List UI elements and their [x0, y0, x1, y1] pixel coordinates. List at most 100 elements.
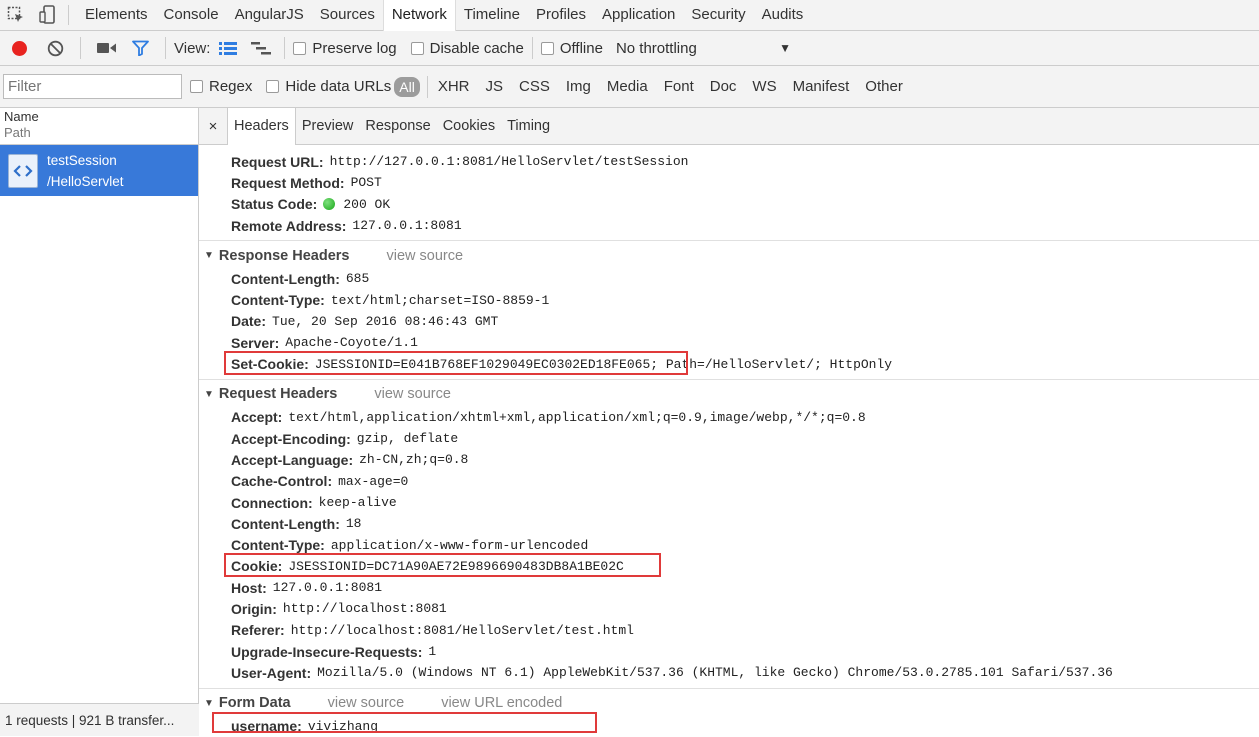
- response-headers-section: ▼ Response Headers view source Content-L…: [199, 241, 1259, 380]
- type-manifest[interactable]: Manifest: [785, 78, 858, 95]
- tab-application[interactable]: Application: [594, 0, 683, 31]
- header-value: POST: [350, 175, 382, 191]
- header-value: JSESSIONID=E041B768EF1029049EC0302ED18FE…: [314, 356, 893, 372]
- header-value: JSESSIONID=DC71A90AE72E9896690483DB8A1BE…: [288, 558, 624, 574]
- form-data-section: ▼ Form Data view source view URL encoded…: [199, 689, 1259, 737]
- devtools-tabbar: Elements Console AngularJS Sources Netwo…: [0, 0, 1259, 31]
- header-key: Content-Length:: [231, 270, 340, 287]
- hide-data-urls-checkbox[interactable]: [266, 80, 280, 93]
- tab-sources[interactable]: Sources: [312, 0, 383, 31]
- request-path: /HelloServlet: [47, 173, 124, 189]
- record-icon[interactable]: [0, 31, 38, 66]
- tab-profiles[interactable]: Profiles: [528, 0, 594, 31]
- header-value: 18: [345, 516, 362, 532]
- overview-icon[interactable]: [246, 31, 276, 66]
- type-other[interactable]: Other: [857, 78, 911, 95]
- request-row[interactable]: testSession /HelloServlet: [0, 145, 198, 196]
- section-title: Response Headers: [218, 247, 350, 264]
- tab-response[interactable]: Response: [359, 108, 436, 145]
- divider: [68, 5, 69, 25]
- header-key: Status Code:: [231, 196, 318, 213]
- detail-tabs: × Headers Preview Response Cookies Timin…: [199, 107, 1259, 145]
- hide-data-urls-label: Hide data URLs: [285, 78, 392, 95]
- filter-input[interactable]: [3, 74, 182, 99]
- divider: [284, 37, 286, 59]
- tab-angularjs[interactable]: AngularJS: [227, 0, 312, 31]
- header-row: Upgrade-Insecure-Requests: 1: [199, 641, 1259, 662]
- regex-checkbox[interactable]: [190, 80, 203, 93]
- tab-cookies[interactable]: Cookies: [437, 108, 501, 145]
- request-headers-toggle[interactable]: ▼ Request Headers view source: [199, 382, 1259, 407]
- checkbox-icon: [293, 41, 307, 55]
- header-value: keep-alive: [318, 495, 397, 510]
- header-value: text/html;charset=ISO-8859-1: [330, 292, 550, 308]
- header-value: zh-CN,zh;q=0.8: [359, 452, 469, 468]
- status-ok-icon: [323, 198, 336, 211]
- header-value: application/x-www-form-urlencoded: [330, 537, 589, 553]
- view-url-encoded-link[interactable]: view URL encoded: [441, 695, 562, 711]
- offline-label: Offline: [559, 39, 603, 57]
- tab-elements[interactable]: Elements: [77, 0, 156, 31]
- header-value: Apache-Coyote/1.1: [285, 335, 418, 351]
- filter-bar: Regex Hide data URLs All XHR JS CSS Img …: [0, 66, 1259, 108]
- type-media[interactable]: Media: [599, 78, 656, 95]
- tab-console[interactable]: Console: [156, 0, 227, 31]
- filter-icon[interactable]: [123, 31, 157, 66]
- response-headers-toggle[interactable]: ▼ Response Headers view source: [199, 243, 1259, 268]
- type-doc[interactable]: Doc: [702, 78, 745, 95]
- header-key: Connection:: [231, 494, 313, 511]
- view-source-link[interactable]: view source: [328, 695, 405, 711]
- triangle-down-icon: ▼: [204, 388, 214, 400]
- throttling-select[interactable]: No throttling ▼: [616, 31, 791, 66]
- type-font[interactable]: Font: [656, 78, 702, 95]
- tab-audits[interactable]: Audits: [754, 0, 812, 31]
- type-img[interactable]: Img: [558, 78, 599, 95]
- throttling-value: No throttling: [615, 39, 697, 57]
- clear-icon[interactable]: [38, 31, 72, 66]
- regex-label: Regex: [209, 78, 253, 95]
- header-row: User-Agent: Mozilla/5.0 (Windows NT 6.1) …: [199, 662, 1259, 683]
- device-mode-icon[interactable]: [32, 0, 64, 31]
- offline-checkbox[interactable]: Offline: [540, 31, 603, 66]
- close-icon[interactable]: ×: [199, 118, 227, 135]
- name-column-header[interactable]: Name Path: [0, 108, 198, 145]
- header-key: Remote Address:: [231, 217, 347, 234]
- view-source-link[interactable]: view source: [374, 386, 451, 402]
- name-header-label: Name: [4, 109, 39, 124]
- header-key: Server:: [231, 334, 280, 351]
- header-value: max-age=0: [338, 473, 409, 489]
- header-key: Host:: [231, 579, 267, 596]
- type-xhr[interactable]: XHR: [430, 78, 478, 95]
- type-js[interactable]: JS: [477, 78, 511, 95]
- header-key: Content-Type:: [231, 292, 325, 309]
- disable-cache-label: Disable cache: [429, 39, 524, 57]
- header-value: http://127.0.0.1:8081/HelloServlet/testS…: [329, 154, 689, 170]
- form-data-toggle[interactable]: ▼ Form Data view source view URL encoded: [199, 691, 1259, 716]
- tab-security[interactable]: Security: [683, 0, 753, 31]
- tab-timing[interactable]: Timing: [501, 108, 556, 145]
- tab-network[interactable]: Network: [382, 0, 456, 31]
- type-ws[interactable]: WS: [744, 78, 784, 95]
- summary-text: 1 requests | 921 B transfer...: [5, 712, 175, 728]
- header-value: 127.0.0.1:8081: [272, 580, 382, 596]
- tab-timeline[interactable]: Timeline: [456, 0, 528, 31]
- tab-preview[interactable]: Preview: [296, 108, 360, 145]
- tab-headers[interactable]: Headers: [227, 107, 296, 145]
- camera-icon[interactable]: [89, 31, 123, 66]
- inspect-element-icon[interactable]: [0, 0, 32, 31]
- large-rows-icon[interactable]: [210, 31, 246, 66]
- summary-status: 1 requests | 921 B transfer...: [0, 703, 199, 736]
- general-section: Request URL: http://127.0.0.1:8081/HelloS…: [199, 145, 1259, 242]
- preserve-log-label: Preserve log: [312, 39, 397, 57]
- header-key: Content-Type:: [231, 537, 325, 554]
- header-row: Date: Tue, 20 Sep 2016 08:46:43 GMT: [199, 311, 1259, 332]
- disable-cache-checkbox[interactable]: Disable cache: [410, 31, 524, 66]
- triangle-down-icon: ▼: [204, 250, 214, 262]
- header-key: Request Method:: [231, 174, 345, 191]
- type-all[interactable]: All: [394, 76, 420, 97]
- divider: [80, 37, 81, 59]
- type-css[interactable]: CSS: [511, 78, 558, 95]
- request-detail: × Headers Preview Response Cookies Timin…: [199, 107, 1259, 737]
- view-source-link[interactable]: view source: [386, 248, 463, 264]
- preserve-log-checkbox[interactable]: Preserve log: [293, 31, 397, 66]
